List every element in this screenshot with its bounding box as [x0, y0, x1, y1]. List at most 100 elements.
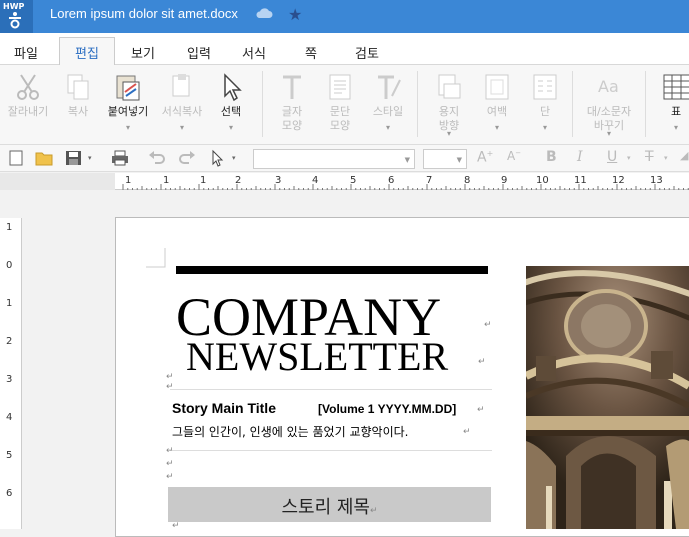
- ribbon-separator: [572, 71, 573, 137]
- select-pointer-icon[interactable]: [208, 149, 228, 167]
- redo-icon[interactable]: [177, 149, 197, 167]
- table-dropdown-icon[interactable]: ▾: [651, 123, 689, 132]
- ruler-label: 5: [350, 175, 357, 186]
- favorite-star-icon[interactable]: ★: [288, 5, 302, 24]
- text-t-icon: [283, 75, 301, 99]
- select-button[interactable]: 선택 ▾: [206, 65, 256, 143]
- undo-icon[interactable]: [147, 149, 167, 167]
- paste-button[interactable]: 붙여넣기 ▾: [103, 65, 153, 143]
- ruler-label: 1: [6, 298, 13, 309]
- section-title: 스토리 제목: [281, 497, 370, 518]
- strike-dropdown-icon[interactable]: ▾: [664, 154, 668, 162]
- ruler-label: 0: [6, 260, 13, 271]
- quick-toolbar: ▾ ▾ ▼ ▼ A+ A− B I U ▾ T ▾ ◢: [0, 145, 689, 172]
- vertical-ruler[interactable]: 1 0 1 2 3 4 5 6: [0, 218, 22, 529]
- scissors-icon: [17, 74, 39, 100]
- save-icon[interactable]: [64, 149, 84, 167]
- table-icon: [663, 74, 689, 100]
- format-painter-dropdown-icon[interactable]: ▾: [157, 123, 207, 132]
- paragraph-icon: [329, 74, 351, 100]
- save-dropdown-icon[interactable]: ▾: [88, 154, 92, 162]
- ruler-corner: [0, 173, 115, 190]
- menu-edit[interactable]: 편집: [75, 43, 99, 62]
- style-button[interactable]: 스타일 ▾: [363, 65, 413, 143]
- paragraph-mark: ↵: [166, 472, 174, 482]
- cut-button[interactable]: 잘라내기: [3, 65, 53, 143]
- menu-review[interactable]: 검토: [355, 43, 379, 62]
- more-format-icon[interactable]: ◢: [680, 149, 688, 162]
- section-title-wrap[interactable]: 스토리 제목↵: [168, 493, 491, 519]
- paste-label: 붙여넣기: [107, 105, 149, 118]
- font-size-combo[interactable]: ▼: [423, 149, 467, 169]
- newsletter-heading[interactable]: NEWSLETTER: [186, 335, 448, 379]
- menu-file[interactable]: 파일: [14, 43, 38, 62]
- story-main-title[interactable]: Story Main Title: [172, 400, 276, 416]
- cathedral-photo[interactable]: [526, 266, 689, 529]
- table-label: 표: [670, 105, 682, 118]
- paste-dropdown-icon[interactable]: ▾: [103, 123, 153, 132]
- ruler-label: 11: [574, 175, 587, 186]
- bold-icon[interactable]: B: [546, 149, 557, 165]
- select-dropdown-icon[interactable]: ▾: [206, 123, 256, 132]
- font-name-combo[interactable]: ▼: [253, 149, 415, 169]
- paragraph-mark: ↵: [369, 506, 378, 516]
- paragraph-mark: ↵: [478, 357, 486, 367]
- orientation-button[interactable]: 용지 방향 ▾: [424, 65, 474, 143]
- table-button[interactable]: 표 ▾: [651, 65, 689, 143]
- size-dropdown-icon[interactable]: ▼: [457, 156, 462, 164]
- divider-line: [170, 450, 492, 451]
- menu-format[interactable]: 서식: [242, 43, 266, 62]
- style-icon: [378, 75, 401, 99]
- margin-button[interactable]: 여백 ▾: [472, 65, 522, 143]
- menu-page[interactable]: 쪽: [305, 43, 317, 62]
- columns-button[interactable]: 단 ▾: [520, 65, 570, 143]
- ruler-label: 3: [275, 175, 282, 186]
- open-folder-icon[interactable]: [34, 149, 54, 167]
- app-logo[interactable]: HWP: [0, 0, 33, 33]
- strikethrough-icon[interactable]: T: [645, 149, 654, 165]
- hwp-logo-icon: [9, 12, 21, 29]
- new-document-icon[interactable]: [6, 149, 26, 167]
- horizontal-ruler[interactable]: 1 1 2 1 2 3 4 5 6 7 8 9 10 11 12 13: [115, 173, 689, 190]
- ruler-label: 1: [163, 175, 170, 186]
- ruler-label: 1: [6, 222, 13, 233]
- italic-icon[interactable]: I: [577, 149, 583, 165]
- font-size-increase-icon[interactable]: A+: [477, 149, 493, 166]
- para-shape-button[interactable]: 문단 모양: [315, 65, 365, 143]
- font-dropdown-icon[interactable]: ▼: [405, 156, 410, 164]
- select-label: 선택: [220, 105, 242, 118]
- menu-insert[interactable]: 입력: [187, 43, 211, 62]
- body-paragraph[interactable]: 그들의 인간이, 인생에 있는 품었기 교향악이다.: [172, 423, 408, 440]
- cloud-icon[interactable]: [255, 7, 273, 19]
- orientation-dropdown-icon[interactable]: ▾: [424, 129, 474, 138]
- ruler-label: 5: [6, 450, 13, 461]
- menu-view[interactable]: 보기: [131, 43, 155, 62]
- style-dropdown-icon[interactable]: ▾: [363, 123, 413, 132]
- print-icon[interactable]: [110, 149, 130, 167]
- paragraph-mark: ↵: [166, 459, 174, 469]
- ruler-label: 12: [612, 175, 625, 186]
- font-size-decrease-icon[interactable]: A−: [507, 149, 521, 163]
- ribbon: 잘라내기 복사 붙여넣기 ▾ 서식복사 ▾ 선택 ▾ 글자 모양 문단 모양 스…: [0, 65, 689, 145]
- copy-button[interactable]: 복사: [53, 65, 103, 143]
- svg-text:Aa: Aa: [598, 77, 619, 96]
- volume-date[interactable]: [Volume 1 YYYY.MM.DD]: [318, 402, 456, 416]
- columns-icon: [533, 74, 557, 100]
- margin-dropdown-icon[interactable]: ▾: [472, 123, 522, 132]
- ruler-label: 1: [200, 175, 207, 186]
- underline-icon[interactable]: U: [607, 149, 617, 165]
- underline-dropdown-icon[interactable]: ▾: [627, 154, 631, 162]
- ruler-label: 8: [464, 175, 471, 186]
- ruler-label: 4: [312, 175, 319, 186]
- change-case-dropdown-icon[interactable]: ▾: [584, 129, 634, 138]
- paragraph-mark: ↵: [463, 427, 471, 437]
- copy-icon: [67, 74, 89, 100]
- columns-dropdown-icon[interactable]: ▾: [520, 123, 570, 132]
- ruler-label: 4: [6, 412, 13, 423]
- format-painter-button[interactable]: 서식복사 ▾: [157, 65, 207, 143]
- margin-corner-mark: [146, 248, 166, 268]
- paragraph-mark: ↵: [166, 382, 174, 392]
- pointer-dropdown-icon[interactable]: ▾: [232, 154, 236, 162]
- page-orientation-icon: [438, 74, 461, 99]
- change-case-button[interactable]: Aa 대/소문자 바꾸기 ▾: [584, 65, 634, 143]
